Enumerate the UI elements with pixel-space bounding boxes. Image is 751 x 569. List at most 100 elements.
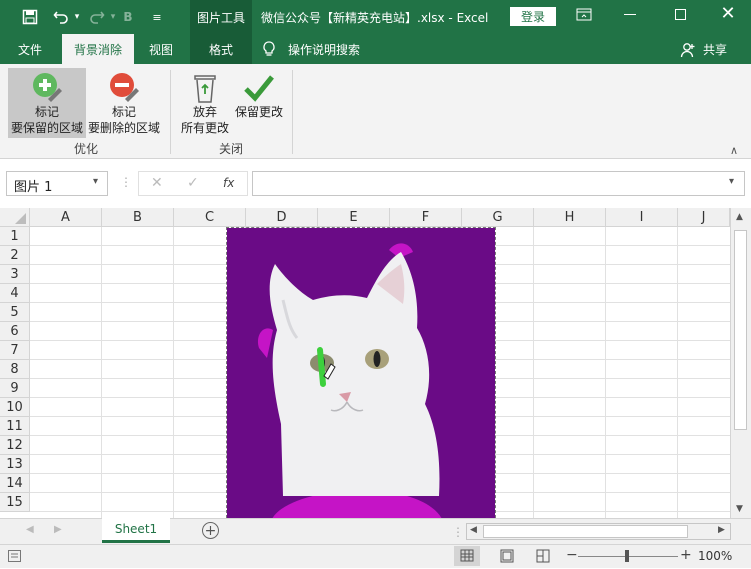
scroll-down-icon[interactable]: ▼ xyxy=(736,504,743,514)
tab-format[interactable]: 格式 xyxy=(190,34,252,64)
picture-1[interactable] xyxy=(226,227,496,518)
row-header-14[interactable]: 14 xyxy=(0,474,30,493)
tab-split-grip-icon[interactable]: ⋮ xyxy=(452,525,464,539)
keep-changes-label: 保留更改 xyxy=(234,105,283,119)
mark-remove-label-1: 标记 xyxy=(111,105,136,119)
ribbon-display-options-icon[interactable] xyxy=(576,8,600,26)
row-header-6[interactable]: 6 xyxy=(0,322,30,341)
share-button[interactable]: 共享 xyxy=(700,34,730,64)
gridline xyxy=(533,227,534,518)
maximize-icon[interactable] xyxy=(675,9,686,20)
discard-label-1: 放弃 xyxy=(192,105,217,119)
sheet-tab-sheet1[interactable]: Sheet1 xyxy=(102,518,170,543)
row-header-1[interactable]: 1 xyxy=(0,227,30,246)
mark-keep-label-1: 标记 xyxy=(34,105,59,119)
select-all-corner[interactable] xyxy=(0,208,30,227)
row-header-11[interactable]: 11 xyxy=(0,417,30,436)
tab-file[interactable]: 文件 xyxy=(6,34,54,64)
horizontal-scrollbar[interactable]: ◀ ▶ xyxy=(466,523,731,540)
next-sheet-icon[interactable]: ▶ xyxy=(54,524,62,535)
lightbulb-icon xyxy=(262,41,278,59)
worksheet-grid[interactable]: A B C D E F G H I J 1 2 3 4 5 6 7 8 9 10… xyxy=(0,208,751,518)
macro-record-icon[interactable] xyxy=(8,550,21,562)
vertical-scroll-thumb[interactable] xyxy=(734,230,747,430)
column-header-h[interactable]: H xyxy=(534,208,606,227)
column-header-e[interactable]: E xyxy=(318,208,390,227)
vertical-scrollbar[interactable]: ▲ ▼ xyxy=(730,208,751,518)
mark-remove-icon xyxy=(110,73,139,102)
mark-keep-label-2: 要保留的区域 xyxy=(10,121,83,135)
redo-dropdown-icon: ▾ xyxy=(110,12,116,22)
row-header-12[interactable]: 12 xyxy=(0,436,30,455)
column-header-b[interactable]: B xyxy=(102,208,174,227)
discard-all-changes-button[interactable]: 放弃 所有更改 xyxy=(176,72,234,136)
window-title: 微信公众号【新精英充电站】.xlsx - Excel xyxy=(261,11,489,25)
login-button[interactable]: 登录 xyxy=(510,7,556,26)
mark-keep-icon xyxy=(33,73,62,102)
insert-function-icon[interactable]: fx xyxy=(223,176,234,190)
zoom-slider-thumb[interactable] xyxy=(625,550,629,562)
status-bar: − + 100% xyxy=(0,544,751,568)
row-header-15[interactable]: 15 xyxy=(0,493,30,512)
formula-buttons: ✕ ✓ fx xyxy=(138,171,248,196)
undo-dropdown-icon[interactable]: ▾ xyxy=(72,6,82,28)
name-box[interactable]: 图片 1 ▾ xyxy=(6,171,108,196)
page-layout-view-button[interactable] xyxy=(494,546,520,566)
scroll-up-icon[interactable]: ▲ xyxy=(736,212,743,222)
zoom-level[interactable]: 100% xyxy=(698,549,732,563)
group-refine-label: 优化 xyxy=(73,142,98,156)
row-header-10[interactable]: 10 xyxy=(0,398,30,417)
page-break-view-button[interactable] xyxy=(530,546,556,566)
row-header-9[interactable]: 9 xyxy=(0,379,30,398)
column-header-g[interactable]: G xyxy=(462,208,534,227)
tab-background-removal[interactable]: 背景消除 xyxy=(62,34,134,64)
column-header-i[interactable]: I xyxy=(606,208,678,227)
column-header-j[interactable]: J xyxy=(678,208,730,227)
customize-qat-icon[interactable]: ≡ xyxy=(148,6,166,28)
formula-input[interactable]: ▾ xyxy=(252,171,745,196)
zoom-in-icon[interactable]: + xyxy=(680,547,692,563)
column-header-a[interactable]: A xyxy=(30,208,102,227)
row-header-3[interactable]: 3 xyxy=(0,265,30,284)
horizontal-scroll-thumb[interactable] xyxy=(483,525,688,538)
save-icon[interactable] xyxy=(18,6,42,28)
collapse-ribbon-icon[interactable]: ∧ xyxy=(730,144,738,157)
row-header-2[interactable]: 2 xyxy=(0,246,30,265)
column-header-f[interactable]: F xyxy=(390,208,462,227)
name-box-dropdown-icon[interactable]: ▾ xyxy=(93,176,98,187)
redo-icon xyxy=(86,6,108,28)
title-bar: ▾ ▾ B ≡ 图片工具 微信公众号【新精英充电站】.xlsx - Excel … xyxy=(0,0,751,34)
row-header-4[interactable]: 4 xyxy=(0,284,30,303)
row-header-13[interactable]: 13 xyxy=(0,455,30,474)
row-header-5[interactable]: 5 xyxy=(0,303,30,322)
scroll-left-icon[interactable]: ◀ xyxy=(470,525,477,535)
column-header-d[interactable]: D xyxy=(246,208,318,227)
keep-changes-button[interactable]: 保留更改 xyxy=(232,72,286,120)
share-user-icon[interactable] xyxy=(680,42,696,58)
mark-keep-button[interactable]: 标记 要保留的区域 xyxy=(8,72,86,136)
tell-me-search[interactable]: 操作说明搜索 xyxy=(288,34,368,64)
column-header-c[interactable]: C xyxy=(174,208,246,227)
minimize-icon[interactable] xyxy=(624,14,636,15)
group-separator xyxy=(170,70,171,154)
close-window-icon[interactable]: ✕ xyxy=(720,3,736,25)
gridline xyxy=(677,227,678,518)
row-header-8[interactable]: 8 xyxy=(0,360,30,379)
row-header-7[interactable]: 7 xyxy=(0,341,30,360)
sheet-tab-bar: ◀ ▶ Sheet1 + ⋮ ◀ ▶ xyxy=(0,518,751,544)
zoom-out-icon[interactable]: − xyxy=(566,547,578,563)
group-separator-2 xyxy=(292,70,293,154)
mark-remove-label-2: 要删除的区域 xyxy=(87,121,160,135)
expand-formula-icon[interactable]: ▾ xyxy=(729,176,734,187)
scroll-right-icon[interactable]: ▶ xyxy=(718,525,725,535)
cancel-icon: ✕ xyxy=(151,175,163,191)
checkmark-icon xyxy=(244,75,274,102)
normal-view-button[interactable] xyxy=(454,546,480,566)
prev-sheet-icon[interactable]: ◀ xyxy=(26,524,34,535)
mark-remove-button[interactable]: 标记 要删除的区域 xyxy=(86,72,162,136)
undo-icon[interactable] xyxy=(50,6,72,28)
add-sheet-icon[interactable]: + xyxy=(202,522,219,539)
tab-view[interactable]: 视图 xyxy=(138,34,184,64)
bold-icon: B xyxy=(123,10,133,24)
recycle-bin-icon xyxy=(194,75,216,103)
